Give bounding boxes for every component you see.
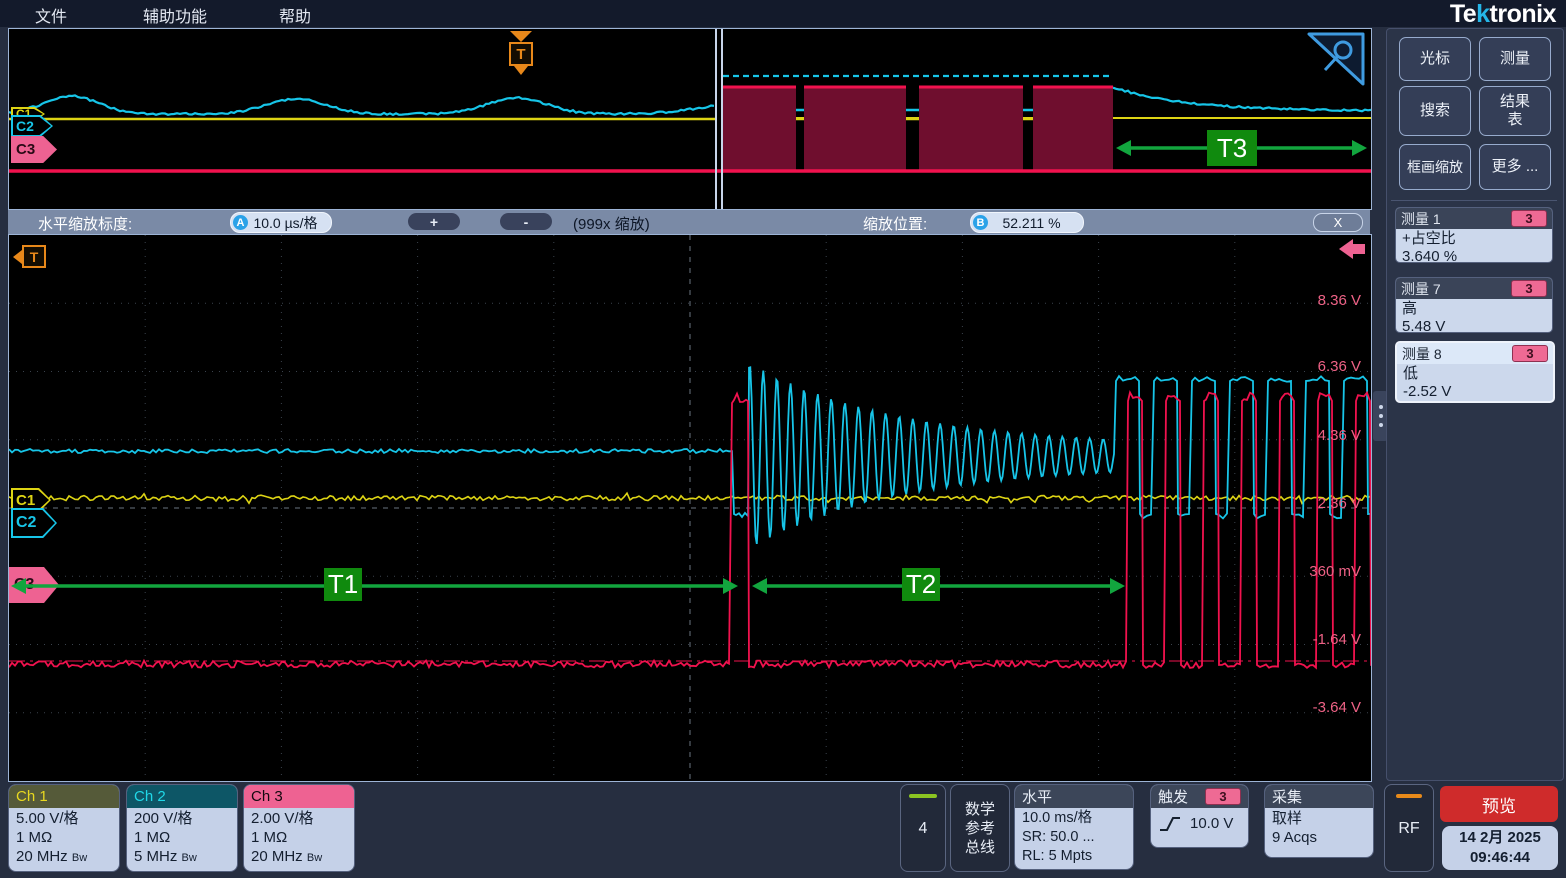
menu-bar: 文件 辅助功能 帮助 bbox=[0, 0, 1566, 27]
sample-rate: SR: 50.0 ... bbox=[1022, 828, 1126, 847]
voltage-label: -1.64 V bbox=[1271, 631, 1361, 648]
ch-scale: 5.00 V/格 bbox=[16, 809, 112, 828]
measurement-card-7[interactable]: 测量 7 3 高5.48 V bbox=[1395, 277, 1553, 333]
math-ref-bus-button[interactable]: 数学 参考 总线 bbox=[950, 784, 1010, 872]
ch-impedance: 1 MΩ bbox=[16, 828, 112, 847]
measurement-name: 低 bbox=[1403, 365, 1547, 383]
ch-bandwidth: 5 MHz Bw bbox=[134, 847, 230, 868]
annotation-t2[interactable]: T2 bbox=[902, 568, 940, 601]
tektronix-logo: Tektronix bbox=[1450, 0, 1556, 29]
main-waveforms bbox=[9, 235, 1371, 781]
horizontal-scale: 10.0 ms/格 bbox=[1022, 809, 1126, 828]
voltage-label: 360 mV bbox=[1271, 563, 1361, 580]
preview-status-badge: 预览 bbox=[1440, 786, 1558, 822]
horizontal-badge[interactable]: 水平 10.0 ms/格 SR: 50.0 ... RL: 5 Mpts bbox=[1014, 784, 1134, 870]
overview-ch3-tag[interactable]: C3 bbox=[11, 136, 57, 163]
knob-b-icon: B bbox=[973, 215, 988, 230]
ch-scale: 200 V/格 bbox=[134, 809, 230, 828]
more-button[interactable]: 更多 ... bbox=[1479, 144, 1551, 190]
knob-a-icon: A bbox=[233, 215, 248, 230]
measurement-name: +占空比 bbox=[1402, 230, 1546, 248]
acq-count: 9 Acqs bbox=[1272, 828, 1366, 847]
trigger-position-marker[interactable]: T bbox=[507, 31, 535, 75]
ch-impedance: 1 MΩ bbox=[251, 828, 347, 847]
draw-zoom-button[interactable]: 框画缩放 bbox=[1399, 144, 1471, 190]
ch4-color-line bbox=[909, 794, 937, 798]
menu-file[interactable]: 文件 bbox=[35, 3, 67, 27]
menu-utility[interactable]: 辅助功能 bbox=[143, 3, 207, 27]
rf-button[interactable]: RF bbox=[1384, 784, 1434, 872]
right-sidebar: 光标 测量 搜索 结果 表 框画缩放 更多 ... 测量 1 3 +占空比3.6… bbox=[1386, 28, 1564, 781]
trigger-arrow-icon bbox=[510, 31, 532, 42]
rf-color-line bbox=[1396, 794, 1422, 798]
sidebar-divider bbox=[1391, 200, 1557, 201]
zoom-overview-display[interactable]: C1 C2 C3 T T3 bbox=[8, 28, 1372, 210]
search-button[interactable]: 搜索 bbox=[1399, 86, 1471, 136]
trigger-t-label: T bbox=[509, 42, 533, 66]
channel2-badge[interactable]: Ch 2 200 V/格 1 MΩ 5 MHz Bw bbox=[126, 784, 238, 872]
trigger-level-arrow-icon bbox=[1339, 239, 1365, 259]
ch-bandwidth: 20 MHz Bw bbox=[251, 847, 347, 868]
record-length: RL: 5 Mpts bbox=[1022, 847, 1126, 866]
voltage-label: 8.36 V bbox=[1271, 292, 1361, 309]
zoom-position-value[interactable]: B 52.211 % bbox=[970, 212, 1084, 233]
trigger-badge[interactable]: 触发 3 10.0 V bbox=[1150, 784, 1249, 848]
source-channel-badge: 3 bbox=[1511, 210, 1547, 227]
overview-ch2-tag[interactable]: C2 bbox=[11, 115, 53, 137]
main-trigger-tag[interactable]: T bbox=[13, 245, 46, 268]
channel3-badge[interactable]: Ch 3 2.00 V/格 1 MΩ 20 MHz Bw bbox=[243, 784, 355, 872]
zoom-in-button[interactable]: + bbox=[408, 213, 460, 230]
date: 14 2月 2025 bbox=[1459, 828, 1541, 848]
main-ch3-tag[interactable]: C3 bbox=[9, 567, 59, 603]
acq-mode: 取样 bbox=[1272, 809, 1366, 828]
trigger-level: 10.0 V bbox=[1190, 814, 1233, 833]
cursor-button[interactable]: 光标 bbox=[1399, 37, 1471, 81]
annotation-t3[interactable]: T3 bbox=[1207, 130, 1257, 166]
channel1-badge[interactable]: Ch 1 5.00 V/格 1 MΩ 20 MHz Bw bbox=[8, 784, 120, 872]
measure-button[interactable]: 测量 bbox=[1479, 37, 1551, 81]
source-channel-badge: 3 bbox=[1511, 280, 1547, 297]
measurement-value: 3.640 % bbox=[1402, 248, 1546, 263]
overview-waveforms bbox=[9, 29, 1371, 209]
measurement-value: 5.48 V bbox=[1402, 318, 1546, 333]
measurement-card-8[interactable]: 测量 8 3 低-2.52 V bbox=[1395, 341, 1555, 403]
zoom-factor-label: (999x 缩放) bbox=[573, 213, 650, 234]
annotation-t1[interactable]: T1 bbox=[324, 568, 362, 601]
measurement-name: 高 bbox=[1402, 300, 1546, 318]
trigger-tail-icon bbox=[13, 250, 22, 264]
menu-help[interactable]: 帮助 bbox=[279, 3, 311, 27]
trigger-arrow-small-icon bbox=[514, 66, 528, 75]
zoom-out-button[interactable]: - bbox=[500, 213, 552, 230]
zoom-scale-value[interactable]: A 10.0 µs/格 bbox=[230, 212, 332, 233]
rising-edge-icon bbox=[1158, 815, 1182, 833]
ch-scale: 2.00 V/格 bbox=[251, 809, 347, 828]
source-channel-badge: 3 bbox=[1512, 345, 1548, 362]
voltage-label: 2.36 V bbox=[1271, 495, 1361, 512]
zoom-position-label: 缩放位置: bbox=[863, 213, 927, 234]
measurement-value: -2.52 V bbox=[1403, 383, 1547, 401]
zoom-scale-label: 水平缩放标度: bbox=[38, 213, 132, 234]
voltage-label: 6.36 V bbox=[1271, 358, 1361, 375]
trigger-source-badge: 3 bbox=[1205, 788, 1241, 805]
measurement-card-1[interactable]: 测量 1 3 +占空比3.640 % bbox=[1395, 207, 1553, 263]
main-waveform-display[interactable]: T C1 C2 C3 8.36 V 6.36 V 4.36 V 2.36 V 3… bbox=[8, 234, 1372, 782]
channel4-button[interactable]: 4 bbox=[900, 784, 946, 872]
acquisition-badge[interactable]: 采集 取样 9 Acqs bbox=[1264, 784, 1374, 858]
time: 09:46:44 bbox=[1470, 848, 1530, 868]
results-table-button[interactable]: 结果 表 bbox=[1479, 86, 1551, 136]
ch-bandwidth: 20 MHz Bw bbox=[16, 847, 112, 868]
ch-impedance: 1 MΩ bbox=[134, 828, 230, 847]
voltage-label: -3.64 V bbox=[1271, 699, 1361, 716]
voltage-label: 4.36 V bbox=[1271, 427, 1361, 444]
main-ch2-tag[interactable]: C2 bbox=[11, 508, 57, 538]
zoom-close-button[interactable]: X bbox=[1313, 213, 1363, 232]
zoom-toolbar: 水平缩放标度: A 10.0 µs/格 + - (999x 缩放) 缩放位置: … bbox=[8, 210, 1370, 234]
datetime-display[interactable]: 14 2月 2025 09:46:44 bbox=[1442, 826, 1558, 870]
